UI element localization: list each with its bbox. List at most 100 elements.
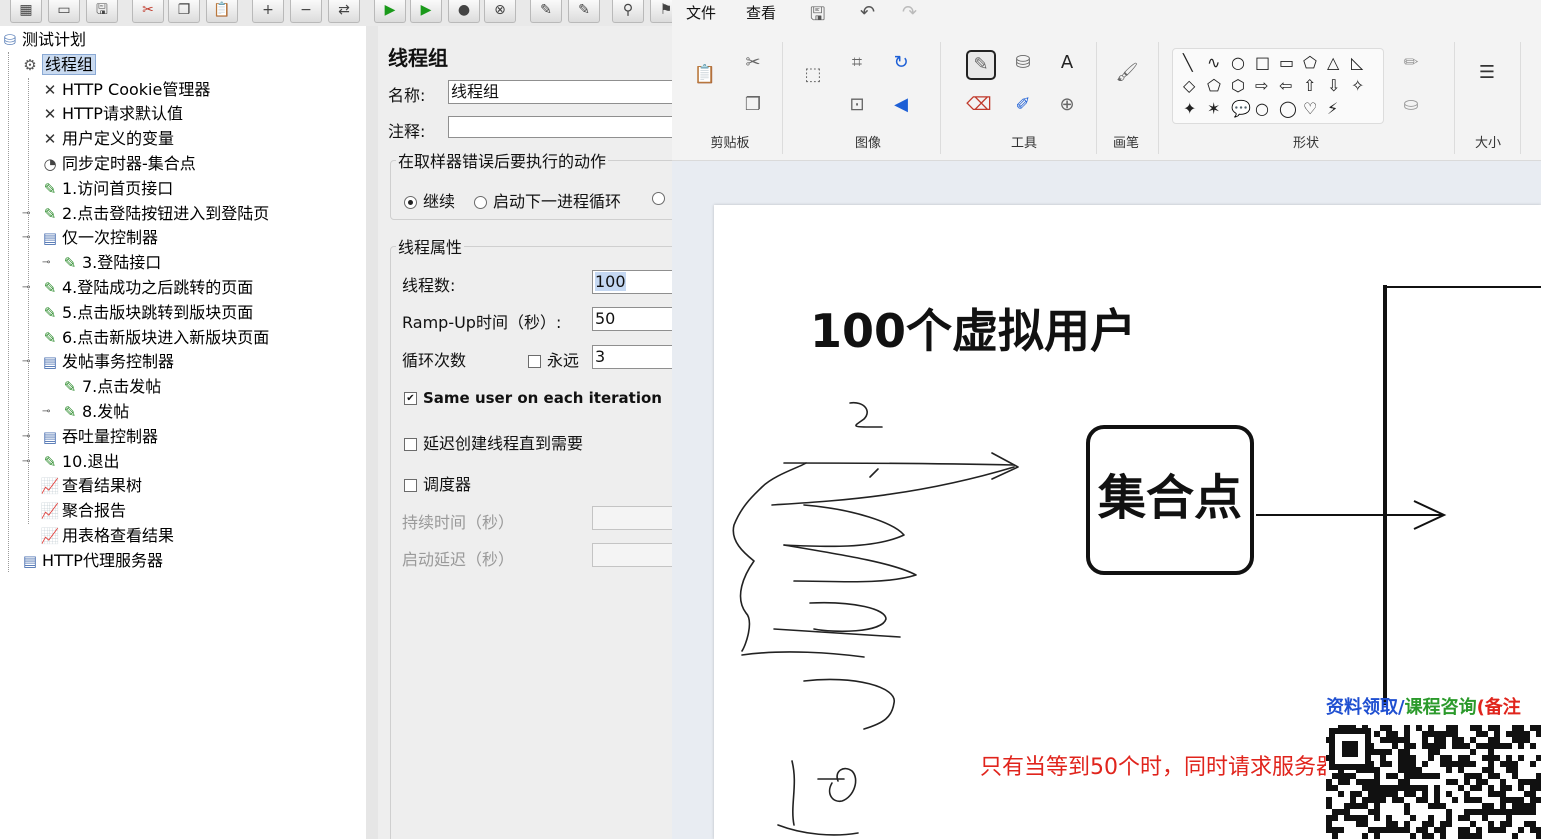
menu-file[interactable]: 文件	[686, 0, 716, 36]
scheduler-checkbox[interactable]: 调度器	[404, 471, 471, 495]
tree-node[interactable]: ✎ 4.登陆成功之后跳转的页面	[40, 276, 254, 300]
tree-node[interactable]: ▤ HTTP代理服务器	[20, 549, 163, 573]
tree-node[interactable]: ◔ 同步定时器-集合点	[40, 152, 195, 176]
radio-next-loop[interactable]: 启动下一进程循环	[474, 188, 621, 212]
start-icon[interactable]: ▶	[374, 0, 406, 23]
toggle-icon[interactable]: ⇄	[328, 0, 360, 23]
shape-tool-icon[interactable]: ✦	[1183, 99, 1196, 118]
shape-tool-icon[interactable]: 💬	[1231, 99, 1251, 118]
collapse-icon[interactable]: −	[290, 0, 322, 23]
shape-tool-icon[interactable]: ◺	[1351, 53, 1363, 72]
rotate-icon[interactable]: ↻	[888, 50, 914, 76]
shape-tool-icon[interactable]: ○	[1255, 99, 1269, 118]
tree-node[interactable]: ✎ 3.登陆接口	[60, 251, 162, 275]
shape-tool-icon[interactable]: ⇧	[1303, 76, 1316, 95]
radio-stop-thread[interactable]	[652, 188, 671, 207]
shape-tool-icon[interactable]: ✧	[1351, 76, 1364, 95]
threads-field[interactable]: 100	[592, 270, 672, 294]
shape-tool-icon[interactable]: ∿	[1207, 53, 1220, 72]
tree-node[interactable]: ▤ 仅一次控制器	[40, 226, 158, 250]
delay-create-checkbox[interactable]: 延迟创建线程直到需要	[404, 430, 583, 454]
expand-icon[interactable]: +	[252, 0, 284, 23]
tree-node[interactable]: ⛁ 测试计划	[0, 28, 86, 52]
cut-icon[interactable]: ✂	[132, 0, 164, 23]
duration-field[interactable]	[592, 506, 672, 530]
shape-tool-icon[interactable]: ╲	[1183, 53, 1193, 72]
shape-tool-icon[interactable]: ⇦	[1279, 76, 1292, 95]
cut-icon[interactable]: ✂	[740, 50, 766, 76]
save-icon[interactable]: 🖫	[810, 2, 825, 32]
tree-node[interactable]: ▤ 发帖事务控制器	[40, 350, 174, 374]
tree-toggle-icon[interactable]: ⊸	[42, 406, 50, 417]
redo-icon[interactable]: ↷	[902, 2, 917, 23]
comment-field[interactable]	[448, 116, 672, 138]
tree-node[interactable]: ▤ 吞吐量控制器	[40, 425, 158, 449]
tree-toggle-icon[interactable]: ⊸	[42, 257, 50, 268]
shape-tool-icon[interactable]: ⬡	[1231, 76, 1245, 95]
brush-icon[interactable]: 🖌	[1114, 60, 1140, 86]
shape-tool-icon[interactable]: ⬠	[1303, 53, 1317, 72]
clear-icon[interactable]: ✎	[530, 0, 562, 23]
tree-node[interactable]: 📈 用表格查看结果	[40, 524, 174, 548]
shape-tool-icon[interactable]: ♡	[1303, 99, 1317, 118]
tree-node[interactable]: 📈 查看结果树	[40, 474, 142, 498]
tree-node[interactable]: ✎ 6.点击新版块进入新版块页面	[40, 326, 270, 350]
tree-node[interactable]: ✎ 2.点击登陆按钮进入到登陆页	[40, 202, 270, 226]
size-icon[interactable]: ☰	[1474, 60, 1500, 86]
eraser-icon[interactable]: ⌫	[966, 92, 992, 118]
shape-tool-icon[interactable]: ○	[1231, 53, 1245, 72]
tree-toggle-icon[interactable]: ⊸	[22, 456, 30, 467]
tree-toggle-icon[interactable]: ⊸	[22, 208, 30, 219]
shape-tool-icon[interactable]: ⇨	[1255, 76, 1268, 95]
text-icon[interactable]: A	[1054, 50, 1080, 76]
shape-tool-icon[interactable]: ⚡	[1327, 99, 1338, 118]
copy-icon[interactable]: ❐	[740, 92, 766, 118]
tree-node[interactable]: ✎ 5.点击版块跳转到版块页面	[40, 301, 254, 325]
tree-node[interactable]: ✕ HTTP Cookie管理器	[40, 78, 211, 102]
shape-fill-icon[interactable]: ⛀	[1398, 92, 1424, 118]
save-icon[interactable]: 🖫	[86, 0, 118, 23]
tree-node[interactable]: ✎ 10.退出	[40, 450, 120, 474]
same-user-checkbox[interactable]: ✔ Same user on each iteration	[404, 389, 662, 407]
copy-icon[interactable]: ❐	[168, 0, 200, 23]
start-no-pause-icon[interactable]: ▶	[410, 0, 442, 23]
flip-icon[interactable]: ◀	[888, 92, 914, 118]
magnifier-icon[interactable]: ⊕	[1054, 92, 1080, 118]
tree-toggle-icon[interactable]: ⊸	[22, 356, 30, 367]
tree-node[interactable]: ⚙ 线程组	[20, 53, 97, 77]
name-field[interactable]: 线程组	[448, 80, 672, 104]
crop-icon[interactable]: ⌗	[844, 50, 870, 76]
templates-icon[interactable]: ▦	[10, 0, 42, 23]
shape-tool-icon[interactable]: △	[1327, 53, 1339, 72]
fill-icon[interactable]: ⛁	[1010, 50, 1036, 76]
shape-tool-icon[interactable]: ⬠	[1207, 76, 1221, 95]
tree-node[interactable]: ✎ 1.访问首页接口	[40, 177, 174, 201]
shapes-gallery[interactable]: ╲ ∿ ○ □ ▭ ⬠ △ ◺ ◇ ⬠ ⬡ ⇨ ⇦ ⇧ ⇩ ✧ ✦ ✶ 💬 ○ ◯ ♡ ⚡	[1172, 48, 1384, 124]
shape-tool-icon[interactable]: ◯	[1279, 99, 1297, 118]
drawing-canvas[interactable]: 100个虚拟用户 集合点 只有当等到50个时，同时请求服务器，这就叫做并发 资料…	[714, 205, 1541, 839]
shape-tool-icon[interactable]: ▭	[1279, 53, 1294, 72]
tree-node[interactable]: 📈 聚合报告	[40, 499, 126, 523]
undo-icon[interactable]: ↶	[860, 2, 875, 23]
search-icon[interactable]: ⚲	[612, 0, 644, 23]
shutdown-icon[interactable]: ⊗	[484, 0, 516, 23]
paste-icon[interactable]: 📋	[206, 0, 238, 23]
shape-tool-icon[interactable]: □	[1255, 53, 1270, 72]
pencil-icon[interactable]: ✎	[966, 50, 996, 80]
paste-icon[interactable]: 📋	[692, 62, 718, 88]
shape-tool-icon[interactable]: ⇩	[1327, 76, 1340, 95]
tree-toggle-icon[interactable]: ⊸	[22, 282, 30, 293]
radio-continue[interactable]: 继续	[404, 188, 455, 212]
shape-tool-icon[interactable]: ◇	[1183, 76, 1195, 95]
tree-toggle-icon[interactable]: ⊸	[22, 431, 30, 442]
clear-all-icon[interactable]: ✎	[568, 0, 600, 23]
shape-tool-icon[interactable]: ✶	[1207, 99, 1220, 118]
reset-search-icon[interactable]: ⚑	[650, 0, 672, 23]
stop-icon[interactable]: ●	[448, 0, 480, 23]
tree-node[interactable]: ✎ 8.发帖	[60, 400, 130, 424]
tree-node[interactable]: ✕ 用户定义的变量	[40, 127, 174, 151]
tree-node[interactable]: ✕ HTTP请求默认值	[40, 102, 183, 126]
loop-field[interactable]: 3	[592, 345, 672, 369]
open-icon[interactable]: ▭	[48, 0, 80, 23]
outline-icon[interactable]: ✏	[1398, 50, 1424, 76]
